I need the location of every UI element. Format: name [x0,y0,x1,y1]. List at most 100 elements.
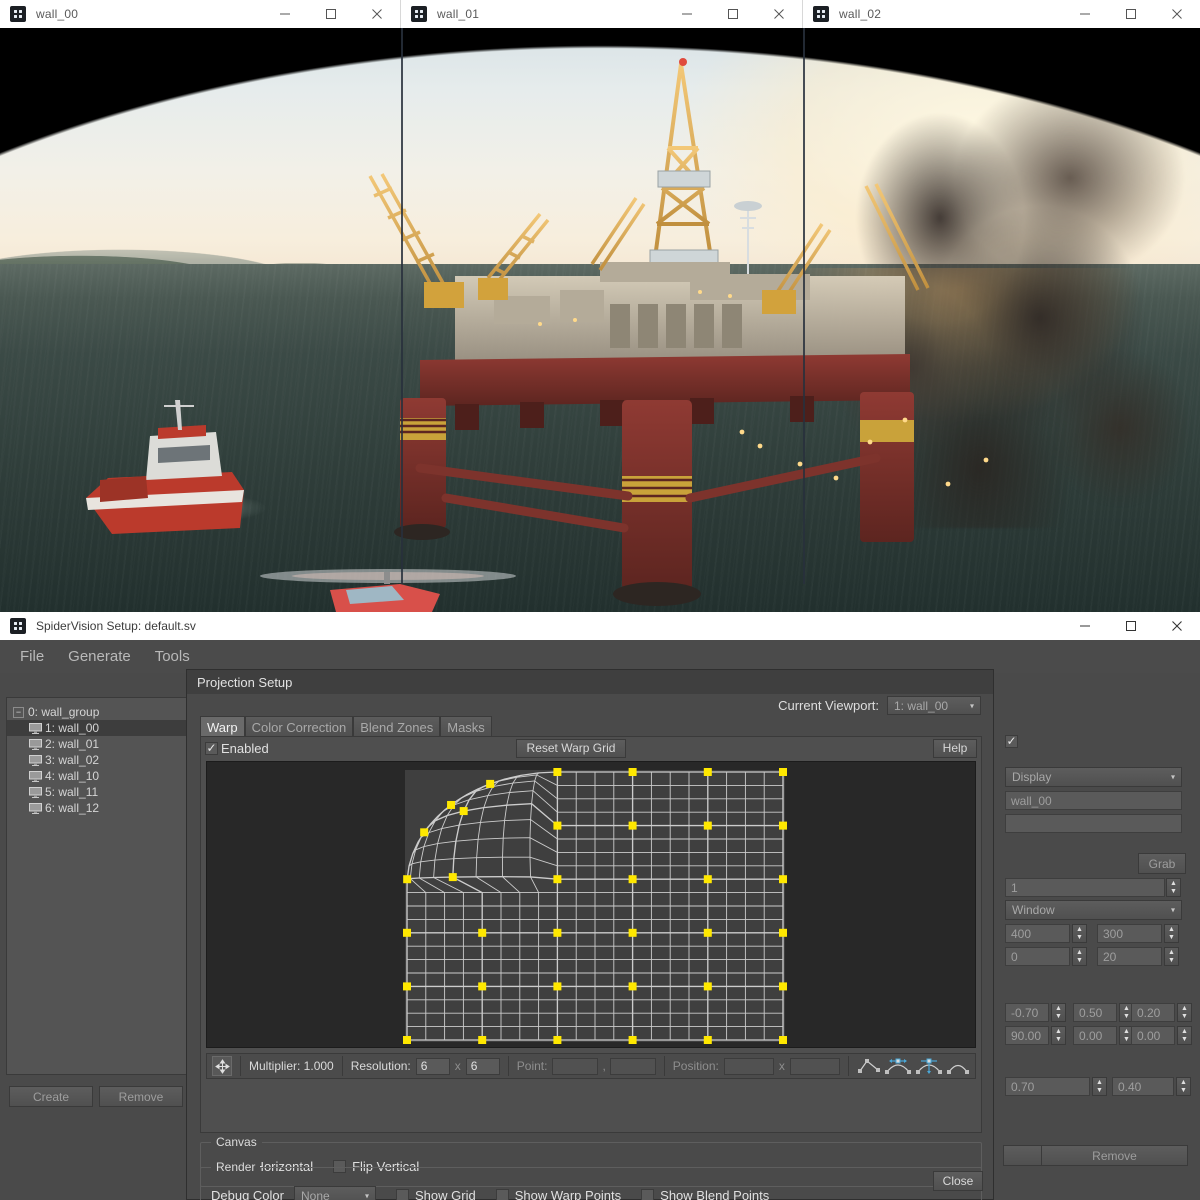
resolution-y-input[interactable]: 6 [466,1058,500,1075]
property-name-field[interactable]: wall_00 [1005,791,1182,810]
property-fov-b-spinner[interactable]: ▲▼ [1176,1077,1191,1096]
viewport-window-wall-00[interactable]: wall_00 [0,0,401,612]
warp-control-point[interactable] [553,982,561,990]
property-posy-field[interactable]: 20 [1097,947,1162,966]
warp-control-point[interactable] [447,801,455,809]
warp-control-point[interactable] [704,875,712,883]
warp-control-point[interactable] [704,982,712,990]
warp-control-point[interactable] [779,768,787,776]
show-grid-checkbox[interactable] [396,1189,409,1200]
property-type-combo[interactable]: Display ▾ [1005,767,1182,787]
warp-control-point[interactable] [478,1036,486,1044]
warp-control-point[interactable] [629,982,637,990]
minimize-icon[interactable] [1062,0,1108,28]
main-titlebar[interactable]: SpiderVision Setup: default.sv [0,612,1200,640]
minimize-icon[interactable] [1062,612,1108,640]
property-fov-a-spinner[interactable]: ▲▼ [1092,1077,1107,1096]
close-icon[interactable] [1154,612,1200,640]
property-height-spinner[interactable]: ▲▼ [1164,924,1179,943]
warp-control-point[interactable] [629,1036,637,1044]
titlebar[interactable]: wall_01 [401,0,803,28]
warp-control-point[interactable] [553,1036,561,1044]
warp-control-point[interactable] [420,828,428,836]
remove-button[interactable]: Remove [99,1086,183,1107]
warp-control-point[interactable] [629,822,637,830]
warp-control-point[interactable] [478,929,486,937]
property-height-field[interactable]: 300 [1097,924,1162,943]
property-vec-b0-spinner[interactable]: ▲▼ [1051,1026,1066,1045]
property-posx-field[interactable]: 0 [1005,947,1070,966]
property-width-field[interactable]: 400 [1005,924,1070,943]
warp-control-point[interactable] [704,768,712,776]
menu-item-generate[interactable]: Generate [56,644,143,669]
warp-control-point[interactable] [486,780,494,788]
property-extra-field[interactable] [1005,814,1182,833]
warp-control-point[interactable] [553,768,561,776]
warp-control-point[interactable] [704,1036,712,1044]
curve-tangent-icon[interactable] [884,1056,912,1076]
property-vec-a2-field[interactable]: 0.20 [1131,1003,1175,1022]
properties-remove-button[interactable]: Remove [1041,1145,1188,1166]
dialog-close-button[interactable]: Close [933,1171,983,1191]
warp-control-point[interactable] [629,875,637,883]
warp-control-point[interactable] [478,982,486,990]
warp-control-point[interactable] [553,929,561,937]
titlebar[interactable]: wall_00 [0,0,401,28]
warp-control-point[interactable] [779,822,787,830]
help-button[interactable]: Help [933,739,977,758]
tree-item-wall-00[interactable]: 1: wall_00 [7,720,186,736]
menu-item-tools[interactable]: Tools [143,644,202,669]
curve-split-tangent-icon[interactable] [915,1056,943,1076]
titlebar[interactable]: wall_02 [803,0,1200,28]
show-blend-points-checkbox[interactable] [641,1189,654,1200]
minimize-icon[interactable] [262,0,308,28]
tree-item-wall-11[interactable]: 5: wall_11 [7,784,186,800]
viewport-window-wall-01[interactable]: wall_01 [401,0,803,612]
warp-control-point[interactable] [779,1036,787,1044]
current-viewport-combo[interactable]: 1: wall_00 ▾ [887,696,981,715]
warp-control-point[interactable] [403,1036,411,1044]
point-x-input[interactable] [552,1058,598,1075]
menu-item-file[interactable]: File [8,644,56,669]
property-vec-b2-spinner[interactable]: ▲▼ [1177,1026,1192,1045]
minimize-icon[interactable] [664,0,710,28]
close-icon[interactable] [756,0,802,28]
warp-enabled-checkbox[interactable] [205,742,218,755]
property-vec-b1-field[interactable]: 0.00 [1073,1026,1117,1045]
property-fov-a-field[interactable]: 0.70 [1005,1077,1090,1096]
property-index-field[interactable]: 1 [1005,878,1165,897]
property-vec-a0-spinner[interactable]: ▲▼ [1051,1003,1066,1022]
tree-item-wall-02[interactable]: 3: wall_02 [7,752,186,768]
warp-control-point[interactable] [629,768,637,776]
position-x-input[interactable] [724,1058,774,1075]
warp-control-point[interactable] [779,929,787,937]
position-y-input[interactable] [790,1058,840,1075]
tree-item-wall-10[interactable]: 4: wall_10 [7,768,186,784]
close-icon[interactable] [354,0,400,28]
viewport-window-wall-02[interactable]: wall_02 [803,0,1200,612]
move-tool-icon[interactable] [212,1056,232,1076]
warp-grid-canvas[interactable] [206,761,976,1048]
resolution-x-input[interactable]: 6 [416,1058,450,1075]
maximize-icon[interactable] [308,0,354,28]
warp-control-point[interactable] [403,982,411,990]
warp-control-point[interactable] [449,873,457,881]
tree-item-wall-01[interactable]: 2: wall_01 [7,736,186,752]
property-vec-a2-spinner[interactable]: ▲▼ [1177,1003,1192,1022]
close-icon[interactable] [1154,0,1200,28]
warp-control-point[interactable] [403,875,411,883]
maximize-icon[interactable] [1108,612,1154,640]
warp-control-point[interactable] [403,929,411,937]
property-fov-b-field[interactable]: 0.40 [1112,1077,1174,1096]
warp-control-point[interactable] [460,807,468,815]
warp-control-point[interactable] [704,822,712,830]
property-vec-b2-field[interactable]: 0.00 [1131,1026,1175,1045]
grab-button[interactable]: Grab [1138,853,1186,874]
curve-smooth-icon[interactable] [946,1056,970,1076]
property-enabled-checkbox[interactable] [1005,735,1018,748]
debug-color-combo[interactable]: None ▾ [294,1186,376,1200]
point-y-input[interactable] [610,1058,656,1075]
tree-item-wall-12[interactable]: 6: wall_12 [7,800,186,816]
warp-control-point[interactable] [553,875,561,883]
reset-warp-grid-button[interactable]: Reset Warp Grid [516,739,626,758]
